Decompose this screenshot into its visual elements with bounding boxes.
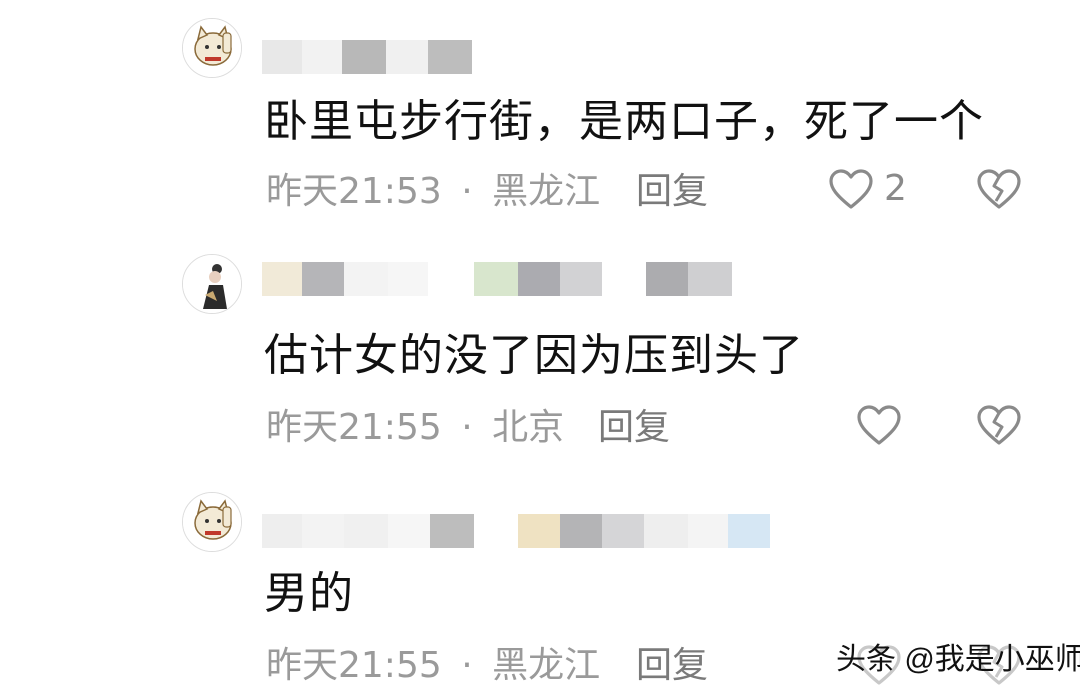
comment-time: 昨天21:55 (266, 407, 442, 448)
user-avatar[interactable] (182, 18, 242, 78)
user-avatar[interactable] (182, 254, 242, 314)
username-redacted[interactable] (262, 262, 732, 296)
lucky-cat-avatar (183, 19, 241, 77)
comment-text: 卧里屯步行街，是两口子，死了一个 (264, 96, 984, 147)
lucky-cat-avatar (183, 493, 241, 551)
comment-location: 黑龙江 (492, 645, 601, 686)
meta-separator: · (461, 171, 473, 212)
reply-button[interactable]: 回复 (598, 408, 670, 448)
comment-text: 男的 (264, 568, 354, 619)
comment-meta: 昨天21:53 · 黑龙江 (266, 172, 600, 212)
heart-outline-icon (856, 404, 902, 446)
dislike-button[interactable] (976, 168, 1022, 210)
meta-separator: · (461, 645, 473, 686)
like-button[interactable]: 2 (828, 168, 907, 210)
reply-button[interactable]: 回复 (636, 646, 708, 686)
like-count: 2 (884, 168, 907, 209)
comment-location: 北京 (492, 407, 565, 448)
comment-meta: 昨天21:55 · 北京 (266, 408, 564, 448)
comment-time: 昨天21:55 (266, 645, 442, 686)
comment-time: 昨天21:53 (266, 171, 442, 212)
user-avatar[interactable] (182, 492, 242, 552)
username-redacted[interactable] (262, 40, 472, 74)
comment-location: 黑龙江 (492, 171, 601, 212)
heart-outline-icon (828, 168, 874, 210)
woman-avatar (183, 255, 241, 313)
reply-button[interactable]: 回复 (636, 172, 708, 212)
username-redacted[interactable] (262, 514, 770, 548)
meta-separator: · (461, 407, 473, 448)
comment-meta: 昨天21:55 · 黑龙江 (266, 646, 600, 686)
like-button[interactable] (856, 404, 912, 446)
dislike-button[interactable] (976, 404, 1022, 446)
broken-heart-icon (977, 405, 1021, 445)
comment-text: 估计女的没了因为压到头了 (264, 330, 804, 381)
source-watermark: 头条 @我是小巫师 (836, 643, 1080, 676)
broken-heart-icon (977, 169, 1021, 209)
